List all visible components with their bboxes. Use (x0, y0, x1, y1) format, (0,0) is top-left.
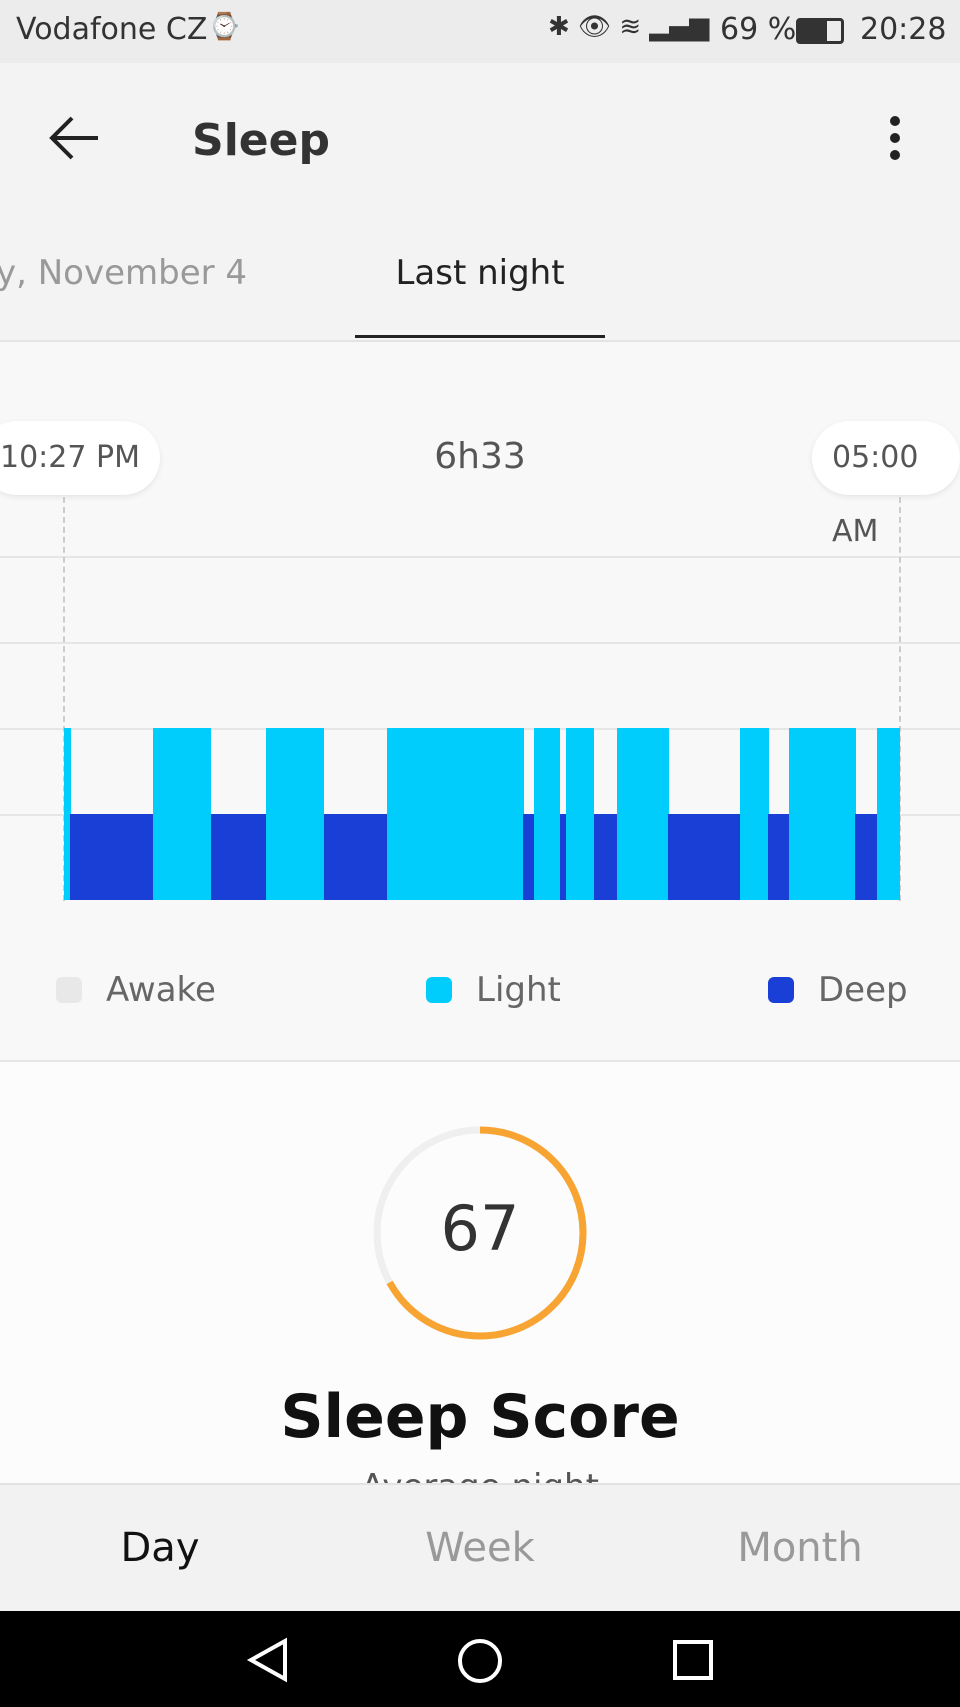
more-options-icon[interactable] (888, 115, 902, 161)
sleep-duration: 6h33 (434, 436, 526, 477)
page-title: Sleep (192, 115, 330, 166)
back-arrow-icon[interactable] (48, 115, 100, 161)
system-nav-bar (0, 1611, 960, 1707)
end-time-pill: 05:00 AM (812, 421, 960, 549)
segment-light (153, 728, 212, 900)
legend-light: Light (426, 970, 561, 1010)
segment-light (740, 728, 769, 900)
sleep-stage-chart (64, 728, 901, 900)
active-tab-indicator (355, 335, 605, 338)
home-circle-icon[interactable] (456, 1637, 504, 1685)
segment-deep (855, 814, 878, 900)
sleep-score-card: 67 Sleep Score Average night (0, 1060, 960, 1507)
gridline (0, 642, 960, 644)
segment-light (789, 728, 856, 900)
segment-deep (70, 814, 154, 900)
tab-week[interactable]: Week (320, 1485, 640, 1611)
back-triangle-icon[interactable] (245, 1637, 289, 1683)
legend-deep: Deep (768, 970, 908, 1010)
tab-month[interactable]: Month (640, 1485, 960, 1611)
app-header: Sleep y, November 4 Last night (0, 63, 960, 340)
segment-light (387, 728, 524, 900)
carrier: Vodafone CZ (16, 12, 208, 47)
bluetooth-wifi-signal-icons: ✱ 👁 ≋ ▂▄▆ (548, 12, 710, 42)
awake-swatch (56, 977, 82, 1003)
recents-square-icon[interactable] (672, 1639, 714, 1681)
segment-light (617, 728, 669, 900)
legend-label: Deep (818, 970, 908, 1010)
battery-percent: 69 % (720, 12, 797, 47)
start-time-pill: 10:27 PM (0, 421, 160, 495)
segment-deep (323, 814, 388, 900)
legend-label: Awake (106, 970, 216, 1010)
gridline (0, 556, 960, 558)
segment-light (266, 728, 324, 900)
segment-light (534, 728, 561, 900)
period-tabs: Day Week Month (0, 1483, 960, 1611)
segment-deep (523, 814, 535, 900)
segment-deep (593, 814, 618, 900)
status-bar: Vodafone CZ ⌚ ✱ 👁 ≋ ▂▄▆ 69 % 20:28 (0, 0, 960, 63)
tab-last-night[interactable]: Last night (355, 253, 605, 293)
segment-deep (768, 814, 790, 900)
tab-previous-day[interactable]: y, November 4 (0, 253, 247, 293)
score-title: Sleep Score (280, 1382, 680, 1452)
deep-swatch (768, 977, 794, 1003)
watch-icon: ⌚ (208, 12, 241, 42)
legend-label: Light (476, 970, 561, 1010)
clock: 20:28 (860, 12, 947, 47)
light-swatch (426, 977, 452, 1003)
segment-deep (668, 814, 741, 900)
legend-awake: Awake (56, 970, 216, 1010)
segment-light (876, 728, 901, 900)
tab-day[interactable]: Day (0, 1485, 320, 1611)
segment-light (566, 728, 595, 900)
battery-icon (796, 18, 844, 44)
score-value: 67 (440, 1192, 520, 1265)
segment-deep (210, 814, 267, 900)
